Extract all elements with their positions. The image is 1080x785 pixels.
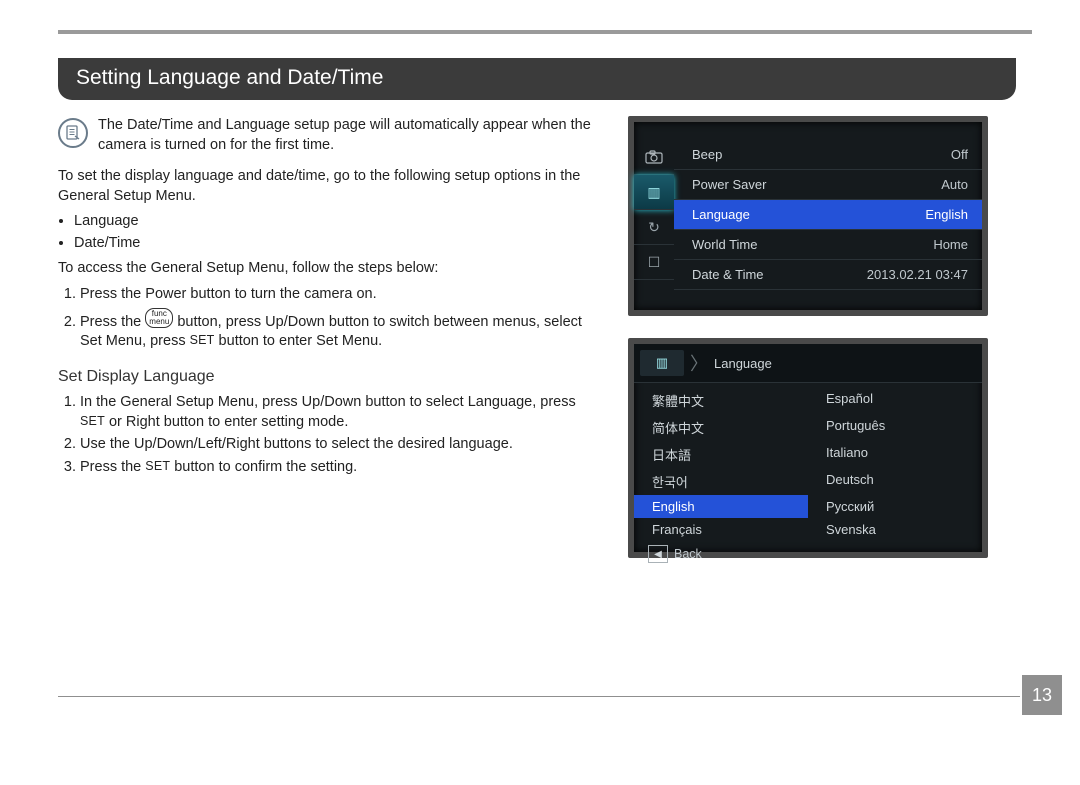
step-a1: Press the Power button to turn the camer… bbox=[80, 285, 598, 305]
note-icon bbox=[58, 118, 88, 148]
back-row: ◀ Back bbox=[634, 541, 982, 569]
card-tab-icon: ☐ bbox=[634, 245, 674, 280]
back-icon: ◀ bbox=[648, 545, 668, 563]
language-option: 简体中文 bbox=[634, 414, 808, 441]
language-option: Русский bbox=[808, 495, 982, 518]
step-b3: Press the SET button to confirm the sett… bbox=[80, 458, 598, 478]
chevron-right-icon: 〉 bbox=[690, 350, 708, 376]
page-number: 13 bbox=[1022, 675, 1062, 715]
language-option: 한국어 bbox=[634, 468, 808, 495]
menu-tabs: ▥ ↻ ☐ bbox=[634, 140, 674, 310]
bullet-language: Language bbox=[74, 212, 598, 232]
language-option: English bbox=[634, 495, 808, 518]
language-option: Svenska bbox=[808, 518, 982, 541]
set-label: SET bbox=[80, 414, 105, 428]
back-label: Back bbox=[674, 547, 702, 561]
menu-row-label: Power Saver bbox=[692, 177, 766, 192]
camera-screenshot-language-list: ▥ 〉 Language 繁體中文Español简体中文Português日本語… bbox=[628, 338, 988, 558]
language-grid: 繁體中文Español简体中文Português日本語Italiano한국어De… bbox=[634, 383, 982, 541]
menu-row-value: Off bbox=[951, 147, 968, 162]
set-label: SET bbox=[190, 333, 215, 347]
note-text: The Date/Time and Language setup page wi… bbox=[98, 116, 598, 155]
camera-tab-icon bbox=[634, 140, 674, 175]
setup-bullets: Language Date/Time bbox=[58, 212, 598, 253]
set-label: SET bbox=[145, 459, 170, 473]
access-steps: Press the Power button to turn the camer… bbox=[58, 285, 598, 352]
language-option: Italiano bbox=[808, 441, 982, 468]
menu-row: Language English bbox=[674, 200, 982, 230]
menu-row-value: 2013.02.21 03:47 bbox=[867, 267, 968, 282]
language-option: 繁體中文 bbox=[634, 387, 808, 414]
menu-row-label: Language bbox=[692, 207, 750, 222]
menu-row-label: World Time bbox=[692, 237, 758, 252]
menu-row-label: Date & Time bbox=[692, 267, 764, 282]
access-text: To access the General Setup Menu, follow… bbox=[58, 259, 598, 279]
refresh-tab-icon: ↻ bbox=[634, 210, 674, 245]
display-language-steps: In the General Setup Menu, press Up/Down… bbox=[58, 393, 598, 477]
language-option: 日本語 bbox=[634, 441, 808, 468]
right-column: ▥ ↻ ☐ Beep Off Power Saver Auto Language Engl… bbox=[628, 116, 1032, 580]
section-title: Setting Language and Date/Time bbox=[76, 66, 383, 89]
subhead-set-display-language: Set Display Language bbox=[58, 366, 598, 388]
wrench-header-icon: ▥ bbox=[640, 350, 684, 376]
language-option: Español bbox=[808, 387, 982, 414]
language-option: Deutsch bbox=[808, 468, 982, 495]
bottom-rule bbox=[58, 696, 1020, 697]
menu-row-label: Beep bbox=[692, 147, 722, 162]
menu-row-value: English bbox=[925, 207, 968, 222]
step-b1: In the General Setup Menu, press Up/Down… bbox=[80, 393, 598, 432]
menu-row-value: Auto bbox=[941, 177, 968, 192]
language-option: Français bbox=[634, 518, 808, 541]
menu-row: Beep Off bbox=[674, 140, 982, 170]
bullet-datetime: Date/Time bbox=[74, 234, 598, 254]
language-title: Language bbox=[714, 356, 772, 371]
func-menu-button-icon: funcmenu bbox=[145, 308, 173, 328]
language-option: Português bbox=[808, 414, 982, 441]
top-rule bbox=[58, 30, 1032, 34]
menu-row: World Time Home bbox=[674, 230, 982, 260]
menu-row-value: Home bbox=[933, 237, 968, 252]
step-b2: Use the Up/Down/Left/Right buttons to se… bbox=[80, 435, 598, 455]
section-title-bar: Setting Language and Date/Time bbox=[58, 58, 1016, 100]
intro-text: To set the display language and date/tim… bbox=[58, 167, 598, 206]
wrench-tab-icon: ▥ bbox=[634, 175, 674, 210]
camera-screenshot-setup-menu: ▥ ↻ ☐ Beep Off Power Saver Auto Language Engl… bbox=[628, 116, 988, 316]
menu-row: Date & Time 2013.02.21 03:47 bbox=[674, 260, 982, 290]
menu-row: Power Saver Auto bbox=[674, 170, 982, 200]
menu-rows: Beep Off Power Saver Auto Language English Wor… bbox=[674, 140, 982, 310]
step-a2: Press the funcmenu button, press Up/Down… bbox=[80, 308, 598, 352]
left-column: The Date/Time and Language setup page wi… bbox=[58, 116, 598, 580]
